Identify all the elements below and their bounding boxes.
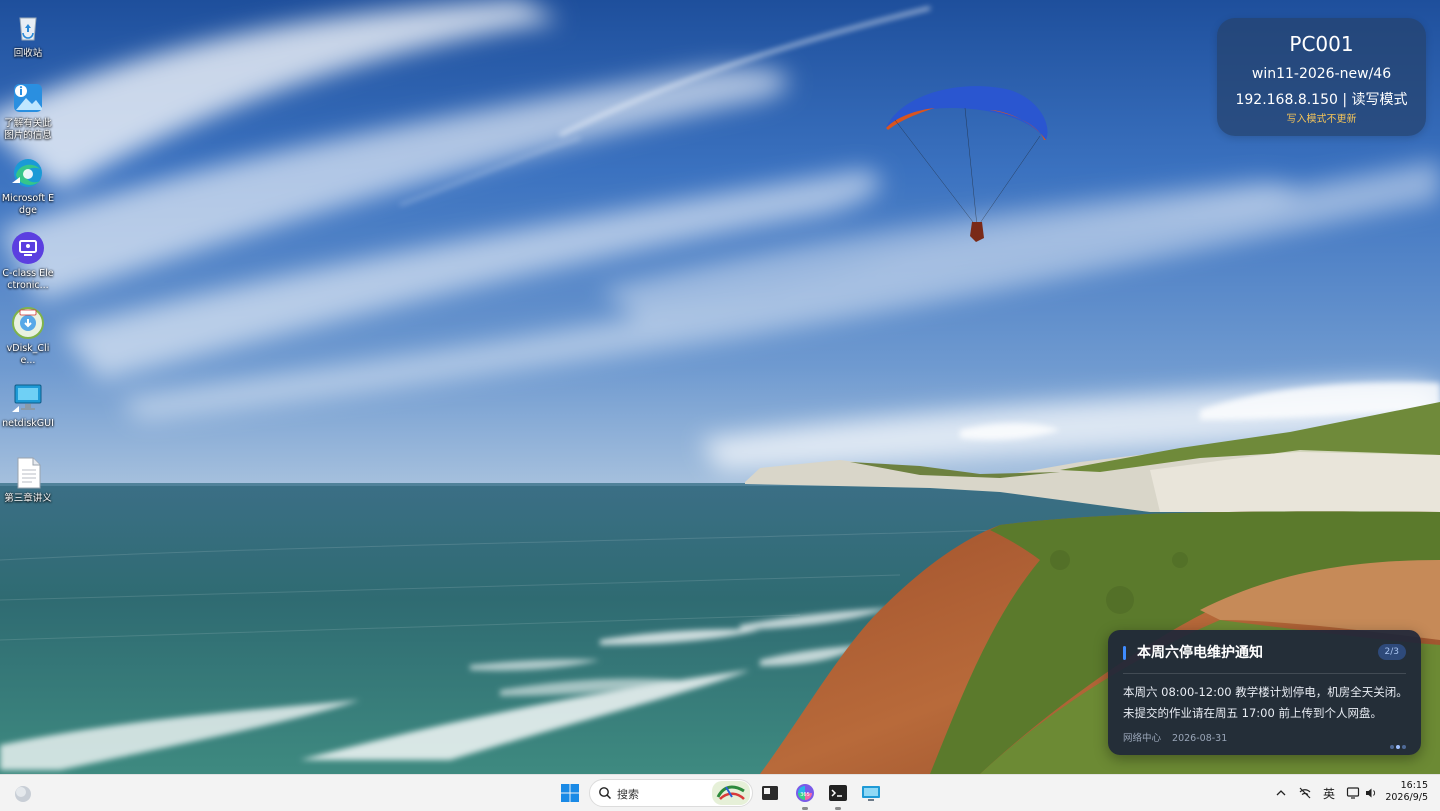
weather-widget-icon[interactable]	[12, 783, 34, 805]
notice-page-dot[interactable]	[1396, 745, 1400, 749]
notice-source: 网络中心	[1123, 733, 1162, 744]
desktop-icon-netdisk[interactable]: netdiskGUI	[0, 380, 56, 430]
desktop-icon-c-class[interactable]: C-class Electronic...	[0, 230, 56, 292]
notice-line: 本周六 08:00-12:00 教学楼计划停电，机房全天关闭。	[1123, 685, 1408, 699]
pc-ip-mode: 192.168.8.150 | 读写模式	[1235, 92, 1408, 108]
desktop-icon-edge[interactable]: Microsoft Edge	[0, 155, 56, 217]
ime-indicator[interactable]: 英	[1323, 785, 1335, 802]
notice-body: 本周六 08:00-12:00 教学楼计划停电，机房全天关闭。 未提交的作业请在…	[1123, 682, 1409, 724]
svg-text:365: 365	[800, 792, 810, 798]
desktop-icon-vdisk[interactable]: vDisk_Clie...	[0, 305, 56, 367]
pc-image-version: win11-2026-new/46	[1251, 66, 1392, 82]
volume-icon[interactable]	[1364, 785, 1378, 799]
search-placeholder: 搜索	[617, 788, 639, 801]
m365-copilot-icon[interactable]: 365	[794, 782, 816, 810]
notice-pager: 2/3	[1377, 644, 1406, 660]
classroom-monitor-icon	[10, 230, 46, 266]
notice-accent-bar	[1123, 646, 1126, 660]
notice-page-dots[interactable]	[1388, 734, 1406, 753]
notice-title: 本周六停电维护通知	[1137, 645, 1263, 661]
notice-divider	[1123, 673, 1406, 674]
display-icon[interactable]	[1346, 785, 1360, 799]
search-icon	[599, 787, 612, 800]
start-icon[interactable]	[559, 782, 581, 804]
desktop-icon-recycle-bin[interactable]: 回收站	[0, 10, 56, 60]
chevron-up-icon[interactable]	[1274, 785, 1288, 799]
clock-time: 16:15	[1400, 780, 1428, 791]
desktop-icon-label: netdiskGUI	[2, 418, 54, 429]
notice-page-dot[interactable]	[1402, 745, 1406, 749]
search-highlight-icon	[712, 781, 750, 805]
desktop-icon-label: vDisk_Clie...	[6, 343, 50, 366]
taskbar-search-box[interactable]: 搜索	[589, 779, 753, 807]
desktop-icon-label: Microsoft Edge	[1, 193, 55, 216]
network-disconnected-icon[interactable]	[1298, 785, 1312, 799]
desktop-icon-document[interactable]: 第三章讲义	[0, 455, 56, 505]
notice-page-dot[interactable]	[1390, 745, 1394, 749]
desktop-icon-label: 回收站	[13, 48, 43, 59]
file-explorer-icon[interactable]	[759, 782, 781, 804]
pc-info-widget: PC001 win11-2026-new/46 192.168.8.150 | …	[1217, 18, 1426, 136]
pc-name: PC001	[1289, 32, 1354, 56]
notice-line: 未提交的作业请在周五 17:00 前上传到个人网盘。	[1123, 706, 1382, 720]
notice-card[interactable]: 本周六停电维护通知 2/3 本周六 08:00-12:00 教学楼计划停电，机房…	[1108, 630, 1421, 755]
terminal-icon[interactable]	[827, 782, 849, 810]
recycle-bin-icon	[10, 10, 46, 46]
remote-desktop-icon[interactable]	[860, 782, 882, 804]
pc-write-mode-note: 写入模式不更新	[1286, 114, 1357, 125]
notice-date: 2026-08-31	[1172, 733, 1228, 744]
taskbar-clock[interactable]: 16:15 2026/9/5	[1385, 780, 1428, 804]
edge-icon	[10, 155, 46, 191]
vdisk-icon	[10, 305, 46, 341]
desktop-icon-label: 第三章讲义	[4, 493, 52, 504]
desktop-icon-label: C-class Electronic...	[2, 268, 54, 291]
document-icon	[10, 455, 46, 491]
clock-date: 2026/9/5	[1385, 792, 1428, 803]
notice-footer: 网络中心 2026-08-31	[1123, 730, 1235, 744]
picture-info-icon	[10, 80, 46, 116]
desktop-icon-picture-info[interactable]: 了解有关此图片的信息	[0, 80, 56, 142]
desktop-icon-label: 了解有关此图片的信息	[4, 118, 52, 141]
taskbar: 搜索 365 英 16:15 2026/9/5	[0, 774, 1440, 811]
netdisk-monitor-icon	[10, 380, 46, 416]
